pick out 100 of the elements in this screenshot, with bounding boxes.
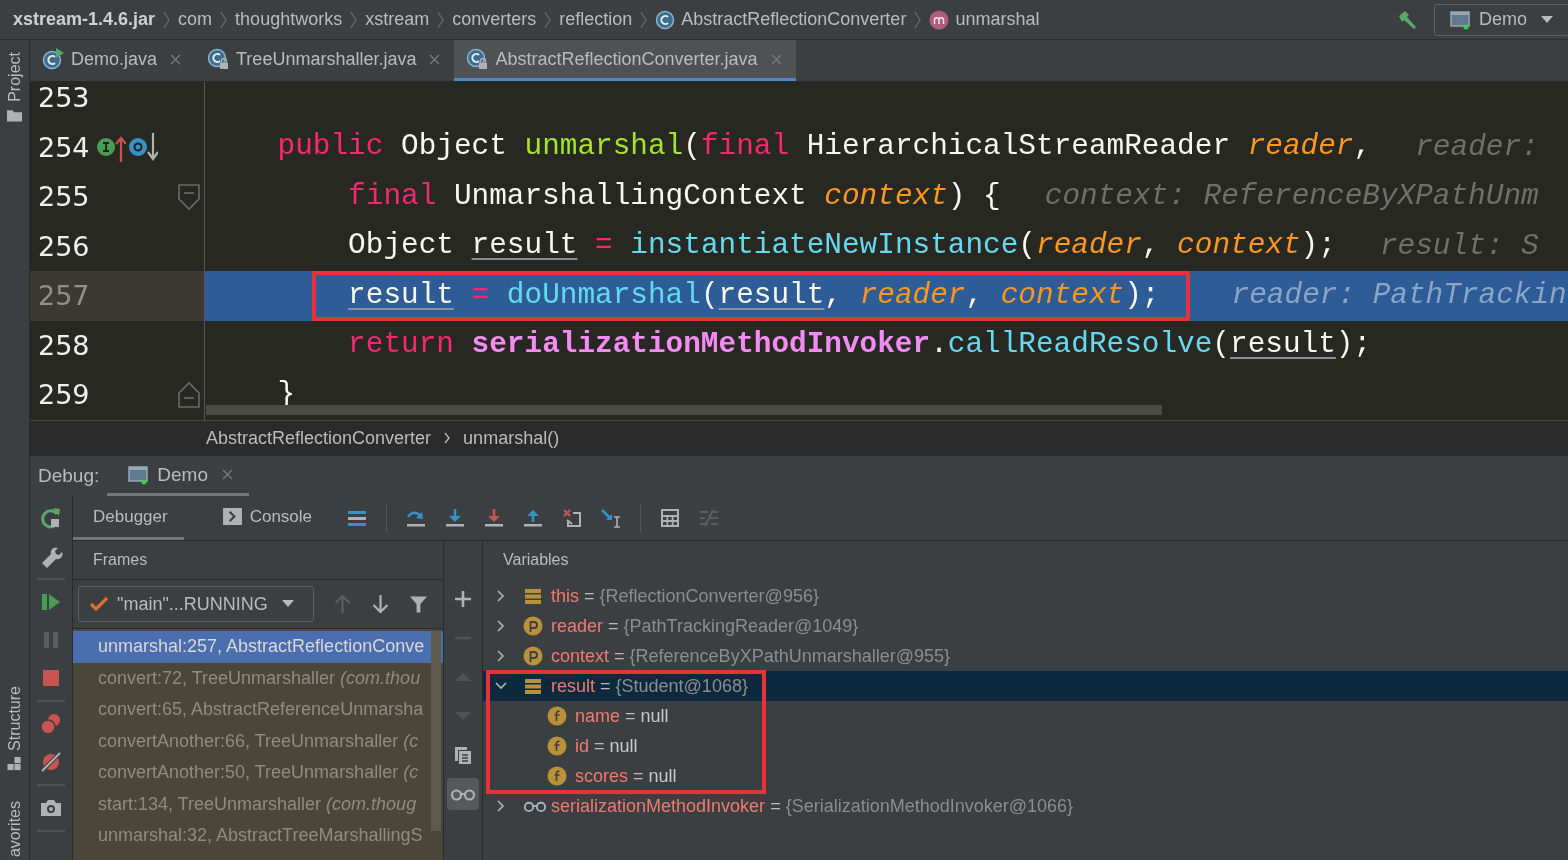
variable-entry[interactable]: scores = null bbox=[575, 765, 677, 787]
folder-icon bbox=[7, 107, 22, 122]
debugger-tab[interactable]: Debugger bbox=[73, 496, 184, 540]
caret-icon bbox=[1541, 15, 1553, 24]
parameter-icon bbox=[523, 616, 543, 636]
stack-frame[interactable]: convert:65, AbstractReferenceUnmarsha bbox=[73, 694, 443, 726]
drop-frame-icon[interactable] bbox=[562, 508, 583, 528]
code-line: Object result = instantiateNewInstance(reader, context); bbox=[348, 228, 1336, 265]
force-step-into-icon[interactable] bbox=[484, 508, 505, 528]
fold-icon[interactable] bbox=[177, 380, 201, 409]
breadcrumb-item[interactable]: com bbox=[178, 9, 213, 30]
chevron-icon bbox=[163, 9, 171, 30]
rerun-icon[interactable] bbox=[39, 506, 63, 530]
breadcrumb-item[interactable]: xstream bbox=[365, 9, 430, 30]
runnable-class-icon bbox=[42, 48, 64, 70]
structure-icon bbox=[7, 756, 22, 771]
session-tab[interactable]: Demo bbox=[107, 456, 249, 496]
panel-title: Debug: bbox=[38, 465, 100, 487]
code-line: public Object unmarshal(final HierarchicalStreamReader reader, bbox=[277, 129, 1372, 166]
stack-frame[interactable]: convert:72, TreeUnmarshaller (com.thou bbox=[73, 662, 443, 694]
watches-toggle[interactable] bbox=[447, 778, 479, 810]
copy-icon[interactable] bbox=[453, 745, 473, 765]
chevron-icon bbox=[350, 9, 358, 30]
tool-window-tab[interactable]: Structure bbox=[5, 686, 24, 751]
panel-title: Frames bbox=[93, 551, 148, 569]
chevron-icon bbox=[640, 9, 648, 30]
step-out-icon[interactable] bbox=[523, 508, 544, 528]
chevron-icon bbox=[443, 432, 452, 444]
close-icon[interactable] bbox=[429, 53, 441, 65]
line-number: 258 bbox=[38, 329, 91, 361]
variable-entry[interactable]: id = null bbox=[575, 735, 638, 757]
method-icon bbox=[929, 9, 950, 30]
editor-tab[interactable]: AbstractReflectionConverter.java bbox=[454, 40, 796, 81]
breadcrumb-item[interactable]: xstream-1.4.6.jar bbox=[13, 9, 156, 30]
window-icon bbox=[127, 464, 150, 485]
breadcrumb-item[interactable]: converters bbox=[452, 9, 537, 30]
menu-icon[interactable] bbox=[347, 508, 368, 528]
chevron-icon bbox=[544, 9, 552, 30]
variable-entry[interactable]: name = null bbox=[575, 705, 669, 727]
breadcrumb-item[interactable]: unmarshal bbox=[955, 9, 1040, 30]
chevron-icon bbox=[220, 9, 228, 30]
debugger-tab[interactable]: Console bbox=[202, 496, 329, 540]
check-icon bbox=[89, 596, 109, 612]
code-line: result = doUnmarshal(result, reader, context); bbox=[315, 273, 1188, 318]
line-number: 257 bbox=[38, 280, 91, 312]
locked-class-icon bbox=[207, 48, 230, 70]
locked-class-icon bbox=[466, 48, 489, 70]
chevron-icon bbox=[914, 9, 922, 30]
scrollbar[interactable] bbox=[431, 631, 441, 831]
caret-icon bbox=[281, 600, 294, 608]
inline-value-hint: reader: PathTrackin bbox=[1231, 279, 1567, 313]
editor-tab[interactable]: TreeUnmarshaller.java bbox=[195, 40, 455, 81]
variable-entry[interactable]: this = {ReflectionConverter@956} bbox=[551, 585, 819, 607]
variable-entry[interactable]: serializationMethodInvoker = {SerializationMethodInvoker@1066} bbox=[551, 795, 1074, 817]
variable-entry[interactable]: result = {Student@1068} bbox=[551, 675, 748, 697]
glasses-icon bbox=[523, 799, 547, 813]
add-icon[interactable] bbox=[453, 589, 473, 609]
calculator-icon[interactable] bbox=[660, 508, 681, 528]
breadcrumb-item[interactable]: AbstractReflectionConverter bbox=[206, 427, 432, 449]
thread-dropdown[interactable]: "main"...RUNNING bbox=[78, 586, 314, 622]
line-number: 256 bbox=[38, 230, 91, 262]
stack-frame[interactable]: unmarshal:257, AbstractReflectionConve bbox=[73, 631, 443, 663]
filter-icon[interactable] bbox=[409, 594, 428, 614]
mute-breakpoints-icon[interactable] bbox=[39, 750, 63, 774]
object-icon bbox=[523, 676, 543, 696]
run-to-cursor-icon[interactable] bbox=[601, 508, 622, 528]
object-icon bbox=[523, 586, 543, 606]
chevron-icon bbox=[437, 9, 445, 30]
variable-entry[interactable]: context = {ReferenceByXPathUnmarshaller@955} bbox=[551, 645, 950, 667]
breadcrumb-item[interactable]: unmarshal() bbox=[463, 427, 560, 449]
inline-value-hint: context: ReferenceByXPathUnm bbox=[1044, 180, 1539, 214]
line-number: 254 bbox=[38, 131, 91, 163]
tool-window-tab[interactable]: Project bbox=[5, 52, 24, 102]
fold-icon[interactable] bbox=[177, 182, 201, 211]
close-icon[interactable] bbox=[170, 53, 182, 65]
code-line: return serializationMethodInvoker.callReadResolve(result); bbox=[348, 327, 1372, 364]
scrollbar[interactable] bbox=[206, 405, 1162, 415]
inline-value-hint: result: S bbox=[1379, 229, 1539, 263]
console-icon bbox=[222, 508, 242, 525]
inline-value-hint: reader: bbox=[1415, 130, 1539, 164]
breakpoints-icon[interactable] bbox=[39, 712, 63, 736]
editor-tab[interactable]: Demo.java bbox=[30, 40, 196, 81]
code-line: final UnmarshallingContext context) { bbox=[348, 178, 1001, 215]
class-icon bbox=[655, 9, 676, 30]
step-into-icon[interactable] bbox=[445, 508, 466, 528]
run-config-dropdown[interactable]: Demo bbox=[1434, 3, 1568, 36]
glasses-icon bbox=[450, 787, 476, 801]
breadcrumb-item[interactable]: AbstractReflectionConverter bbox=[681, 9, 907, 30]
stack-frame[interactable]: convertAnother:50, TreeUnmarshaller (c bbox=[73, 757, 443, 789]
breadcrumb-item[interactable]: thoughtworks bbox=[235, 9, 343, 30]
stack-frame[interactable]: convertAnother:66, TreeUnmarshaller (c bbox=[73, 725, 443, 757]
field-icon bbox=[547, 736, 567, 756]
stack-frame[interactable]: unmarshal:32, AbstractTreeMarshallingS bbox=[73, 820, 443, 852]
breadcrumb-item[interactable]: reflection bbox=[559, 9, 633, 30]
window-icon bbox=[1449, 9, 1471, 30]
close-icon[interactable] bbox=[221, 469, 233, 480]
variable-entry[interactable]: reader = {PathTrackingReader@1049} bbox=[551, 615, 859, 637]
down-arrow-icon[interactable] bbox=[371, 594, 390, 614]
line-number: 253 bbox=[38, 82, 91, 114]
tool-window-tab[interactable]: avorites bbox=[5, 800, 24, 857]
